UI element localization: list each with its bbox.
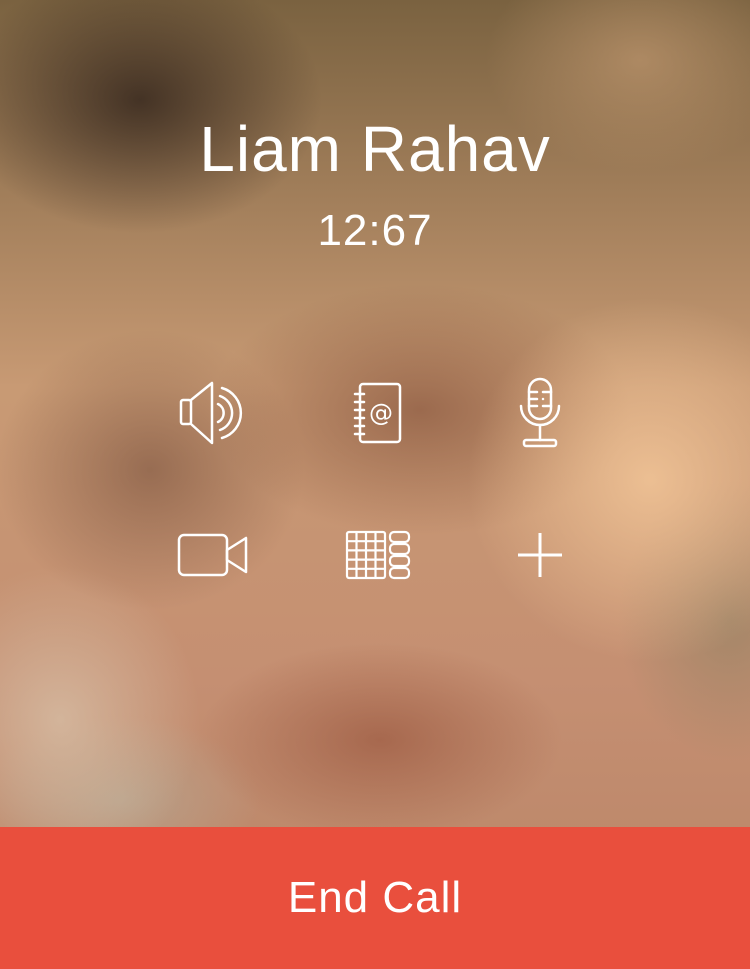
- speaker-icon: [179, 381, 243, 445]
- contacts-button[interactable]: @: [333, 368, 423, 458]
- keypad-icon: [345, 530, 411, 580]
- call-timer: 12:67: [317, 206, 433, 255]
- video-camera-icon: [177, 533, 248, 577]
- video-button[interactable]: [168, 510, 258, 600]
- plus-icon: [518, 533, 562, 577]
- end-call-label: End Call: [287, 873, 463, 922]
- microphone-icon: [519, 377, 561, 448]
- mute-button[interactable]: [495, 368, 585, 458]
- speaker-button[interactable]: [168, 368, 258, 458]
- caller-name: Liam Rahav: [199, 113, 551, 185]
- call-screen: Liam Rahav 12:67 @ End Call: [0, 0, 750, 969]
- address-book-icon: @: [353, 382, 402, 444]
- add-call-button[interactable]: [495, 510, 585, 600]
- end-call-button[interactable]: End Call: [0, 827, 750, 969]
- keypad-button[interactable]: [333, 510, 423, 600]
- svg-text:@: @: [369, 399, 393, 427]
